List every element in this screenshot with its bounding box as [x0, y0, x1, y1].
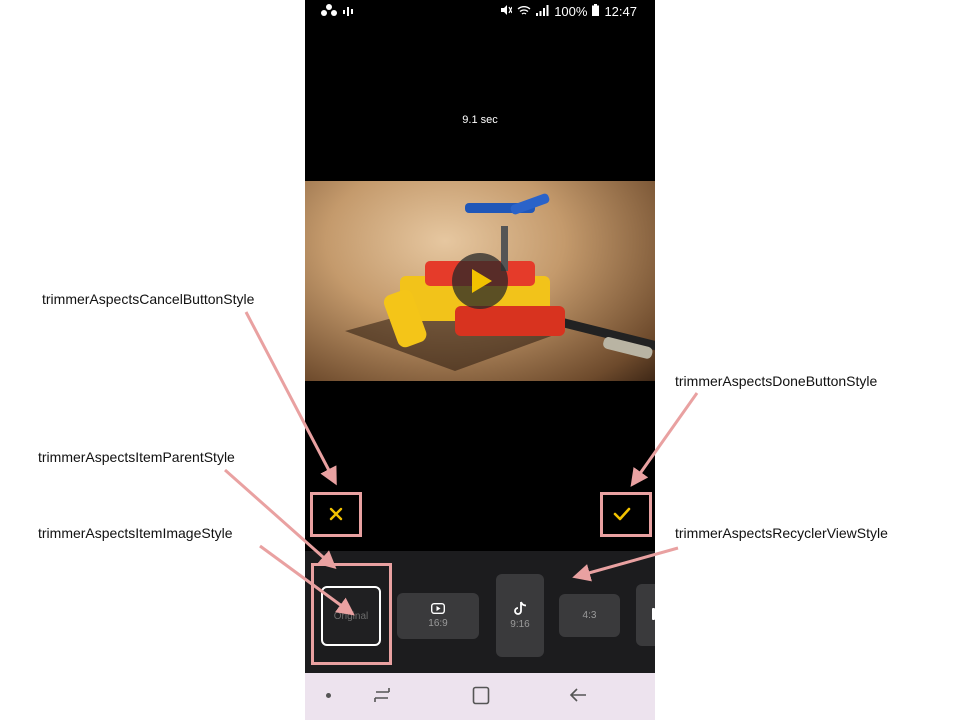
aspect-label: 16:9: [428, 618, 448, 629]
battery-icon: [592, 4, 600, 19]
callout-item-image: trimmerAspectsItemImageStyle: [38, 525, 233, 541]
aspect-label: 9:16: [510, 619, 530, 630]
callout-recycler: trimmerAspectsRecyclerViewStyle: [675, 525, 888, 541]
youtube-icon: [431, 603, 445, 614]
app-notification-icon: [321, 4, 337, 19]
play-button[interactable]: [452, 253, 508, 309]
home-icon[interactable]: [472, 686, 490, 705]
play-icon: [472, 269, 492, 293]
duration-label: 9.1 sec: [462, 114, 498, 126]
wifi-icon: [517, 4, 531, 19]
mute-icon: [500, 4, 513, 19]
partial-item-icon: [652, 608, 655, 620]
aspect-label: 4:3: [582, 610, 597, 621]
recent-apps-icon[interactable]: [373, 687, 391, 703]
signal-bars-icon: [343, 4, 355, 19]
cancel-highlight-box: [310, 492, 362, 537]
video-preview[interactable]: [305, 181, 655, 381]
battery-percent: 100%: [554, 4, 588, 19]
status-bar: 100% 12:47: [305, 0, 655, 24]
navigation-bar: [305, 673, 655, 720]
tiktok-icon: [513, 601, 526, 615]
callout-item-parent: trimmerAspectsItemParentStyle: [38, 449, 235, 465]
aspect-item-4-3[interactable]: 4:3: [559, 594, 620, 637]
callout-cancel: trimmerAspectsCancelButtonStyle: [42, 291, 255, 307]
nav-dot-icon: [326, 693, 331, 698]
item-parent-highlight-box: [311, 563, 392, 665]
back-icon[interactable]: [569, 687, 587, 703]
aspect-item-16-9[interactable]: 16:9: [397, 593, 479, 639]
callout-done: trimmerAspectsDoneButtonStyle: [675, 373, 878, 389]
aspect-item-9-16[interactable]: 9:16: [496, 574, 544, 657]
aspect-item-partial[interactable]: [636, 584, 655, 646]
done-highlight-box: [600, 492, 652, 537]
clock: 12:47: [604, 4, 637, 19]
cell-signal-icon: [536, 4, 549, 19]
